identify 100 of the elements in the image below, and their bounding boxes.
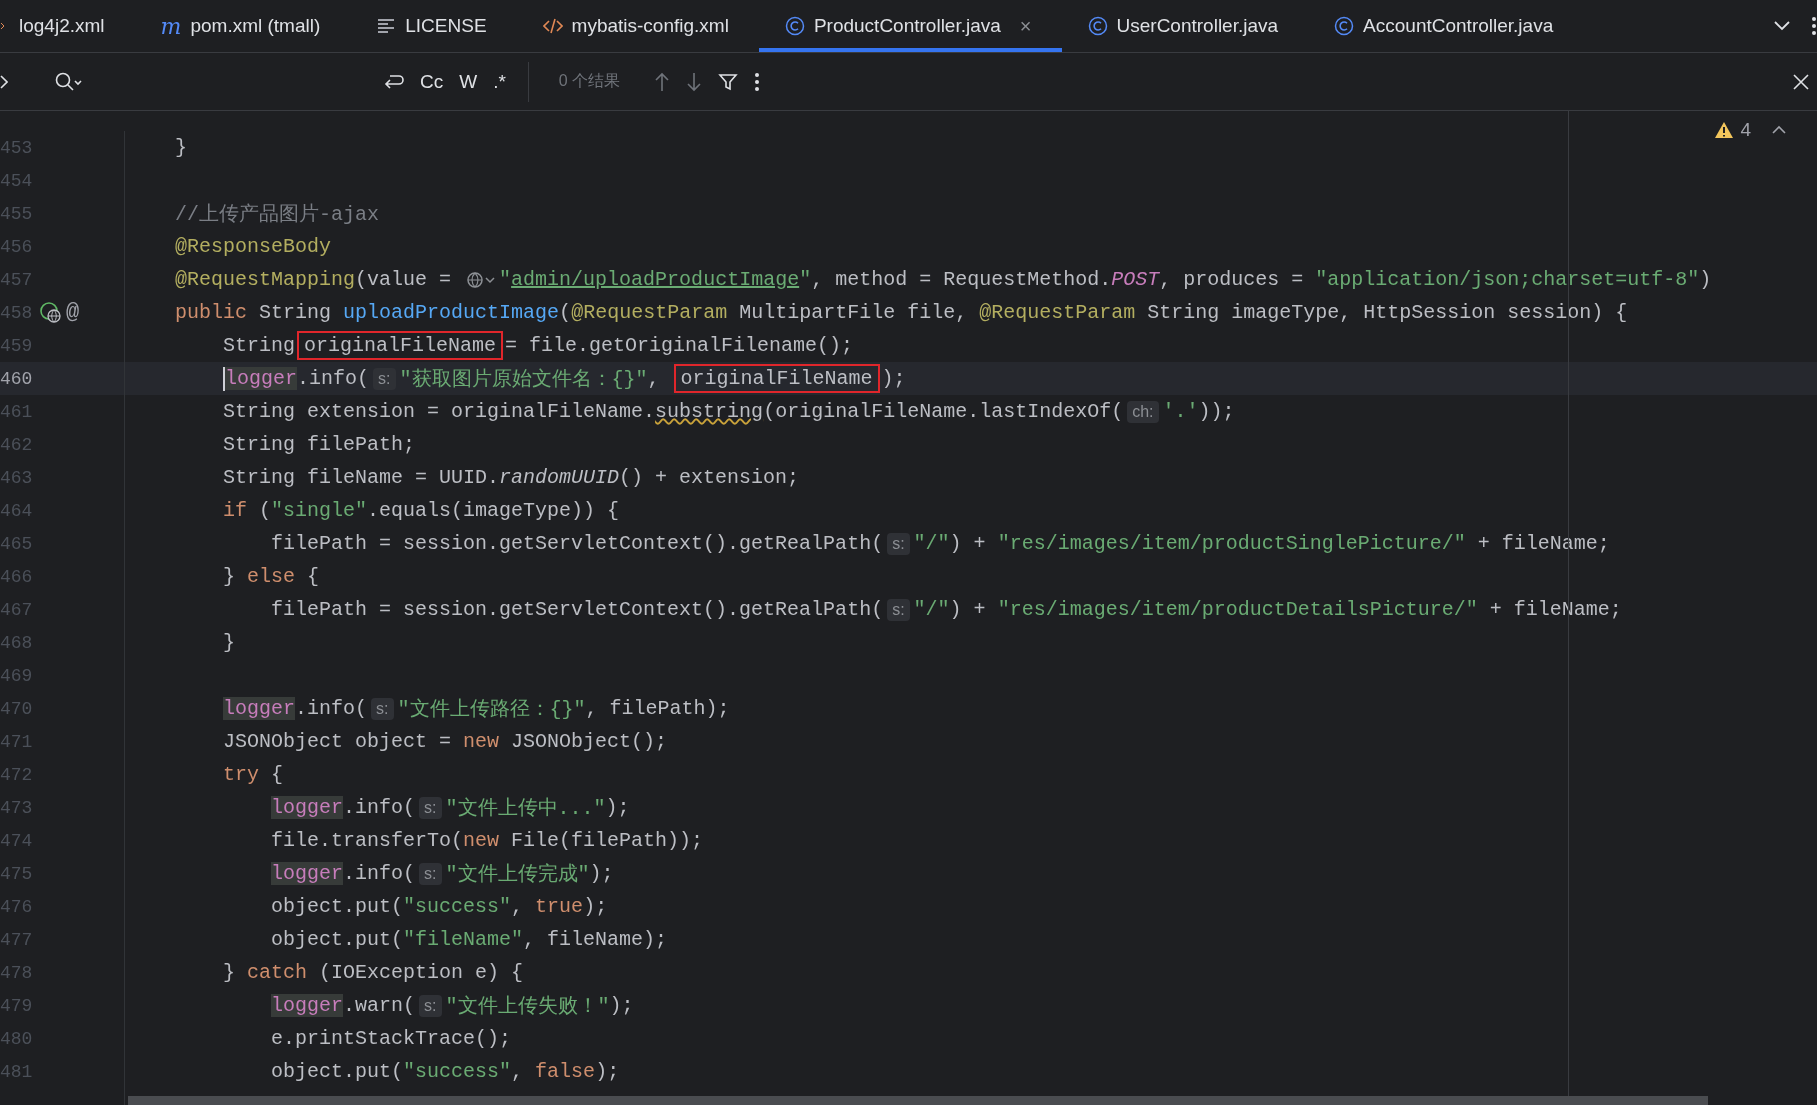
code-text: , filePath); [585, 697, 730, 720]
code-text: ); [589, 862, 614, 885]
annotation: @RequestParam [571, 301, 728, 324]
code-text: } [223, 961, 237, 984]
code-text: ( [259, 499, 272, 522]
code-text: () + extension; [619, 466, 800, 489]
code-text: (originalFileName.lastIndexOf( [763, 400, 1124, 423]
code-text: , method = RequestMethod. [811, 268, 1112, 291]
url-string: admin/uploadProductImage [511, 268, 800, 291]
code-text: ) + [949, 598, 987, 621]
string-literal: " [799, 268, 812, 291]
code-text: .warn( [343, 994, 416, 1017]
string-literal: "res/images/item/productDetailsPicture/" [997, 598, 1478, 621]
code-text: ); [881, 367, 906, 390]
string-literal: "application/json;charset=utf-8" [1315, 268, 1700, 291]
code-text: } [175, 136, 188, 159]
code-text: (value = [355, 268, 453, 291]
code-text: String imageType, HttpSession session) { [1147, 301, 1628, 324]
parameter-hint: s: [373, 367, 396, 390]
string-literal: "文件上传路径：{}" [397, 697, 586, 722]
string-literal: '.' [1162, 400, 1199, 423]
annotation-marker[interactable]: @ [66, 300, 80, 325]
string-literal: "/" [913, 598, 950, 621]
parameter-hint: s: [419, 862, 442, 885]
code-text: ( [559, 301, 572, 324]
code-text: .info( [295, 697, 368, 720]
static-method-call: randomUUID [499, 466, 620, 489]
code-text: { [271, 763, 284, 786]
line-number: 460 [0, 368, 34, 389]
code-text: .info( [343, 796, 416, 819]
highlighted-identifier: originalFileName [297, 331, 504, 360]
code-text: } [223, 565, 237, 588]
keyword: false [535, 1060, 596, 1083]
parameter-hint: s: [419, 994, 442, 1017]
editor-tab[interactable]: m pom.xml (tmall) [134, 0, 351, 52]
search-option-button[interactable]: Cc [412, 66, 452, 97]
code-text: } [223, 631, 236, 654]
parameter-hint: s: [887, 598, 910, 621]
keyword: new [463, 829, 500, 852]
code-text: e.printStackTrace(); [271, 1027, 512, 1050]
results-count: 0 个结果 [558, 71, 621, 91]
keyword: catch [247, 961, 308, 984]
string-literal: "single" [271, 499, 368, 522]
search-option-button[interactable]: W [451, 66, 486, 97]
parameter-hint: s: [371, 697, 394, 720]
editor-tab[interactable]: LICENSE [350, 0, 517, 52]
code-text: ) [1699, 268, 1712, 291]
code-text: String filePath; [223, 433, 416, 456]
code-text: filePath = session.getServletContext().getRealPath( [271, 598, 884, 621]
code-text: String [259, 301, 333, 324]
warning-count[interactable]: 4 [1740, 119, 1751, 141]
code-text: , [511, 895, 525, 918]
field-name: logger [225, 367, 298, 390]
editor-tab[interactable]: log4j2.xml [0, 0, 135, 52]
code-text: JSONObject(); [511, 730, 668, 753]
annotation: @ResponseBody [175, 235, 332, 258]
keyword: new [463, 730, 500, 753]
code-text: String [223, 334, 296, 357]
keyword: true [535, 895, 584, 918]
code-text: JSONObject object = [223, 730, 453, 753]
method-name: uploadProductImage [343, 301, 560, 324]
editor-tab[interactable]: mybatis-config.xml [516, 0, 759, 52]
keyword: try [223, 763, 260, 786]
string-literal: "获取图片原始文件名：{}" [399, 367, 648, 392]
code-text: object.put( [271, 1060, 404, 1083]
keyword: if [223, 499, 248, 522]
editor-tab[interactable]: ProductController.java × [758, 0, 1062, 52]
code-text: ); [583, 895, 608, 918]
string-literal: " [499, 268, 512, 291]
code-text: String extension = originalFileName. [223, 400, 656, 423]
code-text: file.transferTo( [271, 829, 464, 852]
code-text: ); [605, 796, 630, 819]
code-text: object.put( [271, 928, 404, 951]
code-text: , [511, 1060, 525, 1083]
editor-tab[interactable]: AccountController.java [1308, 0, 1584, 52]
keyword: public [175, 301, 248, 324]
code-text: { [307, 565, 320, 588]
code-text: + fileName; [1477, 532, 1610, 555]
editor-tab[interactable]: UserController.java [1061, 0, 1309, 52]
field-name: logger [271, 862, 344, 885]
string-literal: "文件上传中..." [445, 796, 606, 821]
code-comment: //上传产品图片-ajax [175, 202, 380, 227]
field-name: logger [271, 994, 344, 1017]
field-name: logger [223, 697, 296, 720]
string-literal: "success" [403, 895, 512, 918]
constant-name: POST [1111, 268, 1160, 291]
keyword: else [247, 565, 296, 588]
code-text: ); [609, 994, 634, 1017]
code-text: String fileName = UUID. [223, 466, 500, 489]
code-text: + fileName; [1489, 598, 1622, 621]
code-text: ) + [949, 532, 987, 555]
annotation: @RequestParam [979, 301, 1136, 324]
code-text: )); [1198, 400, 1235, 423]
code-text: , fileName); [523, 928, 668, 951]
code-text: .equals(imageType)) { [367, 499, 620, 522]
code-text: object.put( [271, 895, 404, 918]
close-tab-icon[interactable]: × [1019, 14, 1032, 38]
search-option-button[interactable]: .* [485, 66, 514, 97]
code-text: ); [595, 1060, 620, 1083]
string-literal: "文件上传完成" [445, 862, 590, 887]
